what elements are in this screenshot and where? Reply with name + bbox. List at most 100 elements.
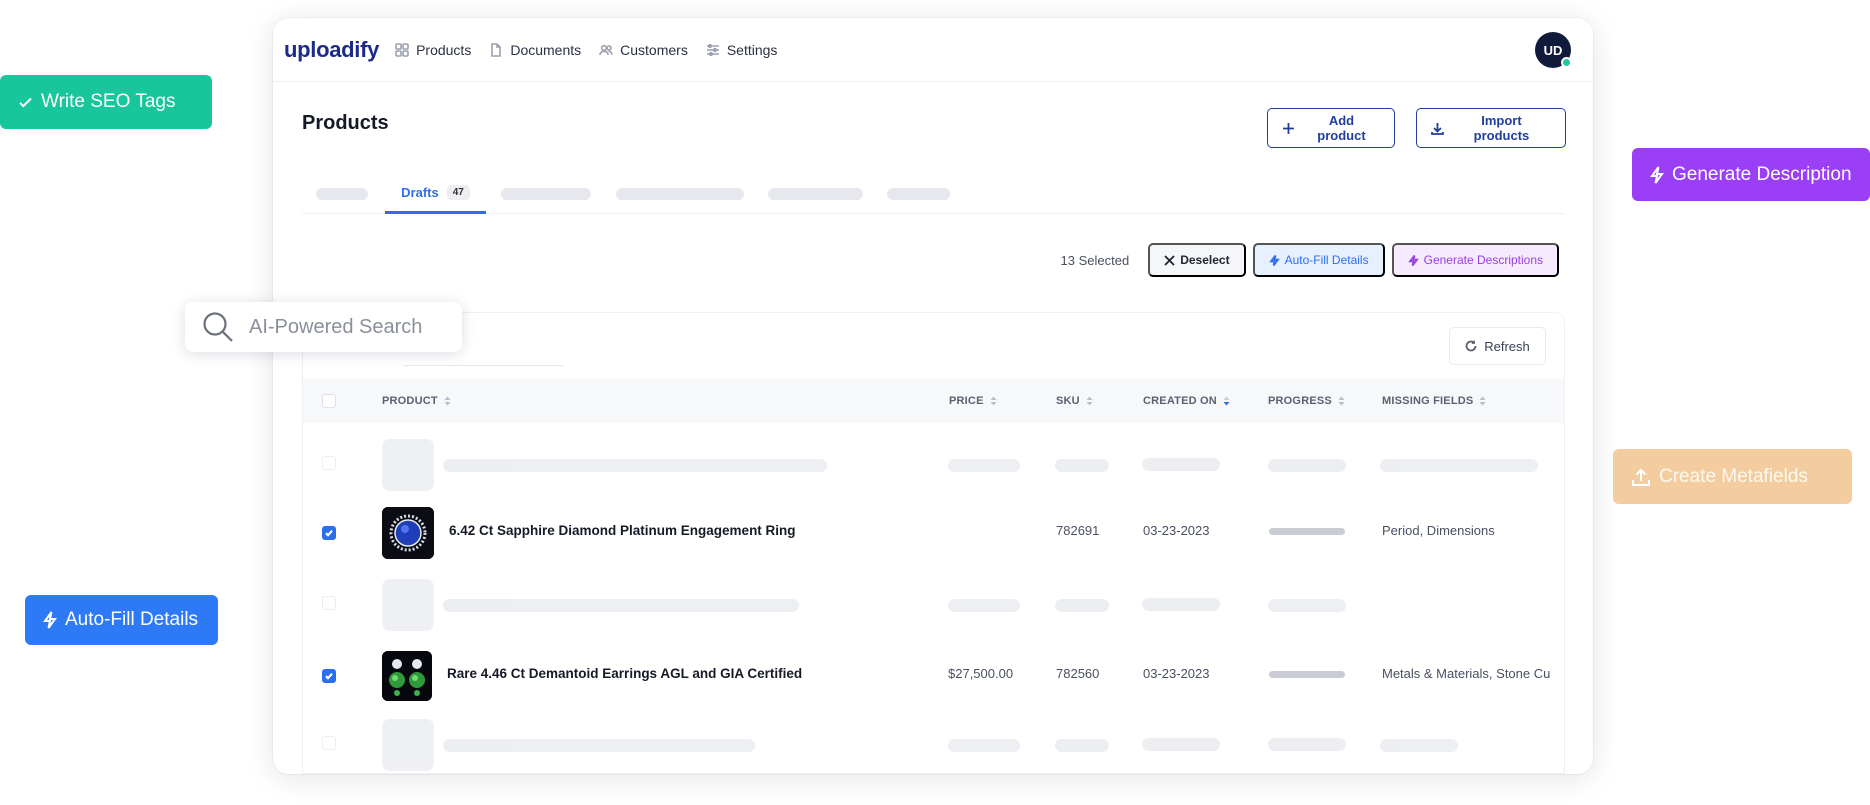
generate-descriptions-button[interactable]: Generate Descriptions [1391,243,1559,277]
create-metafields-chip: Create Metafields [1613,449,1852,504]
product-thumbnail-placeholder [382,439,434,491]
search-input[interactable] [403,365,563,366]
tab-placeholder[interactable] [316,188,368,200]
add-product-label: Add product [1317,113,1366,143]
progress-bar [1269,671,1345,678]
nav-item-label: Products [416,41,472,58]
import-products-label: Import products [1473,113,1530,143]
users-icon [599,44,613,55]
row-checkbox-checked[interactable] [322,526,336,540]
online-status-dot [1561,57,1572,68]
skeleton-bar [443,459,827,472]
product-created-on: 03-23-2023 [1143,523,1210,538]
chip-label: Create Metafields [1659,465,1808,487]
deselect-button[interactable]: Deselect [1148,243,1246,277]
tab-label: Drafts [401,185,439,200]
product-sku: 782560 [1056,666,1100,681]
nav-item-label: Settings [726,41,778,58]
auto-fill-details-button[interactable]: Auto-Fill Details [1252,243,1385,277]
row-checkbox[interactable] [322,456,336,470]
product-price: $27,500.00 [948,666,1014,681]
tab-placeholder[interactable] [501,188,591,200]
missing-fields: Period, Dimensions [1382,523,1495,538]
product-sku: 782691 [1056,523,1100,538]
skeleton-bar [1380,459,1538,472]
bulk-action-bar: 13 Selected Deselect Auto-Fill Details G… [1061,243,1559,277]
nav-item-label: Customers [620,41,688,58]
product-image-earrings [382,651,432,701]
skeleton-bar [443,599,799,612]
skeleton-bar [1055,459,1109,472]
table-row-loading[interactable] [303,566,1564,636]
check-icon [325,530,333,537]
chip-label: Auto-Fill Details [65,609,199,630]
add-product-button[interactable]: Add product [1267,108,1395,148]
product-name[interactable]: Rare 4.46 Ct Demantoid Earrings AGL and … [447,666,802,681]
row-checkbox[interactable] [322,596,336,610]
row-checkbox[interactable] [322,736,336,750]
sort-icon [444,396,451,406]
lightning-icon [1268,254,1280,266]
product-name[interactable]: 6.42 Ct Sapphire Diamond Platinum Engage… [449,523,796,538]
plus-icon [1282,122,1294,134]
nav-item-products[interactable]: Products [395,42,471,58]
refresh-button[interactable]: Refresh [1449,327,1546,365]
logo: uploadify [284,36,380,62]
column-header-created-on[interactable]: CREATED ON [1143,395,1230,407]
earrings-image-icon [382,651,432,701]
skeleton-bar [1055,599,1109,612]
refresh-icon [1465,340,1477,352]
nav-item-settings[interactable]: Settings [706,41,778,58]
close-icon [1164,254,1175,266]
table-row-loading[interactable] [303,709,1564,774]
app-window: uploadify Products Documents Customers S… [273,18,1593,774]
row-checkbox-checked[interactable] [322,669,336,683]
sort-icon [1338,396,1345,406]
column-header-label: CREATED ON [1143,395,1217,407]
sort-icon [1086,396,1093,406]
table-row[interactable]: 6.42 Ct Sapphire Diamond Platinum Engage… [303,496,1564,566]
avatar[interactable]: UD [1535,32,1572,68]
column-header-label: PRODUCT [382,395,438,407]
progress-bar [1269,528,1345,535]
refresh-label: Refresh [1484,338,1530,354]
tab-placeholder[interactable] [768,188,863,200]
product-image-ring [382,507,434,559]
lightning-icon [1407,254,1419,266]
check-icon [19,97,32,108]
skeleton-bar [1268,459,1346,472]
column-header-product[interactable]: PRODUCT [382,395,451,407]
column-header-progress[interactable]: PROGRESS [1268,395,1345,407]
skeleton-bar [1268,599,1346,612]
chip-label: AI-Powered Search [249,315,423,338]
write-seo-tags-chip: Write SEO Tags [0,75,212,129]
tab-placeholder[interactable] [616,188,744,200]
sort-icon [990,396,997,406]
table-toolbar: Refresh [303,313,1564,379]
select-all-checkbox[interactable] [322,394,336,408]
sliders-icon [706,43,719,56]
table-row[interactable]: Rare 4.46 Ct Demantoid Earrings AGL and … [303,636,1564,706]
tab-drafts[interactable]: Drafts 47 [385,174,486,214]
skeleton-bar [948,459,1020,472]
generate-descriptions-label: Generate Descriptions [1423,253,1543,267]
table-row-loading[interactable] [303,426,1564,496]
ring-image-icon [382,507,434,559]
tab-bar: Drafts 47 [302,174,1565,214]
skeleton-bar [1268,738,1346,751]
skeleton-bar [1380,739,1458,752]
nav-item-documents[interactable]: Documents [489,42,581,58]
column-header-price[interactable]: PRICE [949,395,997,407]
sort-icon [1479,396,1486,406]
table-header: PRODUCT PRICE SKU CREATED ON PROGRESS MI… [303,379,1564,423]
product-thumbnail-placeholder [382,579,434,631]
import-products-button[interactable]: Import products [1416,108,1566,148]
chip-label: Generate Description [1672,163,1852,185]
column-header-sku[interactable]: SKU [1056,395,1093,407]
tab-placeholder[interactable] [887,188,950,200]
lightning-icon [43,611,57,629]
nav-item-customers[interactable]: Customers [599,42,688,58]
grid-icon [395,42,409,57]
column-header-missing-fields[interactable]: MISSING FIELDS [1382,395,1486,407]
deselect-label: Deselect [1180,253,1230,267]
